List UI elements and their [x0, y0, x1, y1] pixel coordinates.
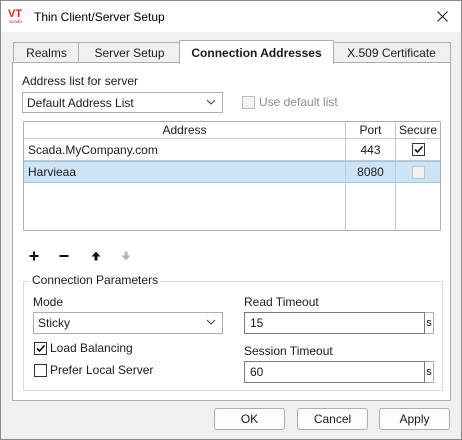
checkmark-icon: [413, 145, 423, 154]
address-list-label: Address list for server: [22, 74, 139, 88]
address-table: Address Port Secure Scada.MyCompany.com …: [23, 121, 441, 231]
connection-parameters-group: Connection Parameters Mode Sticky Load B…: [23, 273, 443, 391]
mode-label: Mode: [33, 295, 64, 309]
mode-value: Sticky: [38, 316, 71, 330]
address-list-select[interactable]: Default Address List: [22, 92, 223, 113]
close-icon: [436, 10, 448, 22]
read-timeout-unit: s: [425, 312, 434, 334]
session-timeout-input[interactable]: 60: [244, 361, 425, 383]
load-balancing-checkbox[interactable]: [34, 342, 47, 355]
use-default-list-checkbox[interactable]: [242, 96, 255, 109]
session-timeout-unit: s: [425, 361, 434, 383]
dialog-window: VT Scada Thin Client/Server Setup Realms…: [0, 0, 462, 440]
column-header-port[interactable]: Port: [346, 122, 396, 139]
window-title: Thin Client/Server Setup: [34, 10, 165, 24]
chevron-down-icon: [206, 319, 216, 325]
use-default-list-label: Use default list: [259, 95, 338, 109]
secure-cell[interactable]: [396, 139, 440, 161]
move-up-button[interactable]: [86, 246, 106, 266]
column-divider: [395, 184, 396, 230]
cancel-button[interactable]: Cancel: [297, 408, 368, 430]
read-timeout-input[interactable]: 15: [244, 312, 425, 334]
close-button[interactable]: [429, 5, 455, 27]
title-bar: VT Scada Thin Client/Server Setup: [1, 1, 461, 32]
tab-label: Realms: [26, 46, 67, 60]
tab-label: X.509 Certificate: [347, 46, 436, 60]
chevron-down-icon: [206, 99, 216, 105]
mode-select[interactable]: Sticky: [33, 312, 223, 334]
read-timeout-label: Read Timeout: [244, 295, 319, 309]
secure-checkbox[interactable]: [411, 165, 425, 179]
ok-button[interactable]: OK: [214, 408, 285, 430]
tab-x509-certificate[interactable]: X.509 Certificate: [332, 42, 451, 63]
address-cell[interactable]: Harvieaa: [24, 161, 346, 183]
group-title: Connection Parameters: [30, 273, 161, 287]
prefer-local-server-label: Prefer Local Server: [50, 363, 154, 377]
session-timeout-label: Session Timeout: [244, 344, 333, 358]
secure-checkbox[interactable]: [411, 143, 425, 156]
move-down-icon: [121, 251, 131, 261]
address-list-value: Default Address List: [27, 95, 134, 110]
tab-server-setup[interactable]: Server Setup: [78, 42, 181, 63]
add-row-button[interactable]: [24, 246, 44, 266]
column-divider: [345, 184, 346, 230]
svg-text:Scada: Scada: [9, 19, 22, 24]
tab-label: Connection Addresses: [191, 45, 322, 60]
remove-icon: [59, 255, 69, 257]
port-cell[interactable]: 8080: [346, 161, 396, 183]
tab-connection-addresses[interactable]: Connection Addresses: [179, 40, 334, 64]
remove-row-button[interactable]: [54, 246, 74, 266]
tab-label: Server Setup: [94, 46, 165, 60]
tab-realms[interactable]: Realms: [13, 42, 80, 63]
add-icon: [29, 251, 39, 261]
vt-scada-logo-icon: VT Scada: [8, 8, 22, 24]
load-balancing-label: Load Balancing: [50, 341, 133, 355]
column-header-secure[interactable]: Secure: [396, 122, 440, 139]
address-cell[interactable]: Scada.MyCompany.com: [24, 139, 346, 161]
port-cell[interactable]: 443: [346, 139, 396, 161]
prefer-local-server-checkbox[interactable]: [34, 364, 47, 377]
connection-addresses-panel: Address list for server Default Address …: [12, 62, 451, 401]
secure-cell[interactable]: [396, 161, 440, 183]
checkmark-icon: [36, 344, 46, 353]
column-header-address[interactable]: Address: [24, 122, 346, 139]
move-down-button[interactable]: [116, 246, 136, 266]
move-up-icon: [91, 251, 101, 261]
apply-button[interactable]: Apply: [379, 408, 450, 430]
